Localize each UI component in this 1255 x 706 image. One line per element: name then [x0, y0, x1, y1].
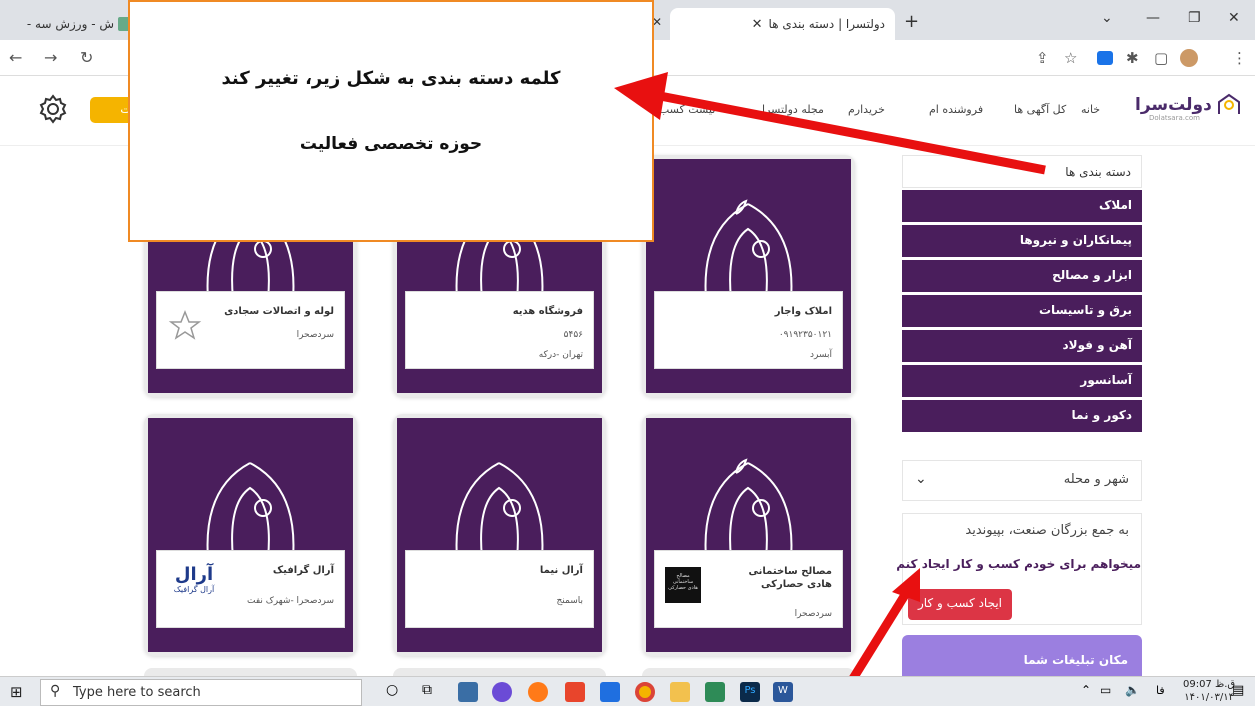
- notification-icon[interactable]: ▤: [1232, 683, 1244, 698]
- taskbar-clock[interactable]: 09:07 ق.ظ ۱۴۰۱/۰۳/۱۴: [1183, 678, 1235, 704]
- task-view-icon[interactable]: ⧉: [422, 682, 432, 698]
- file-explorer-icon[interactable]: [670, 682, 690, 702]
- volume-icon[interactable]: 🔈: [1125, 683, 1140, 697]
- app-leaf-icon[interactable]: [705, 682, 725, 702]
- network-icon[interactable]: ▭: [1100, 683, 1111, 697]
- app-s-blue-icon[interactable]: [600, 682, 620, 702]
- app-s-red-icon[interactable]: [565, 682, 585, 702]
- taskbar-search-input[interactable]: ⚲ Type here to search: [40, 679, 362, 706]
- annotation-arrows: [614, 72, 1046, 706]
- photoshop-icon[interactable]: Ps: [740, 682, 760, 702]
- search-placeholder: Type here to search: [73, 685, 201, 700]
- camera-app-icon[interactable]: [458, 682, 478, 702]
- word-icon[interactable]: W: [773, 682, 793, 702]
- clock-date: ۱۴۰۱/۰۳/۱۴: [1184, 692, 1234, 703]
- windows-start-icon[interactable]: ⊞: [10, 683, 23, 701]
- search-icon: ⚲: [50, 683, 61, 699]
- clock-time: 09:07 ق.ظ: [1183, 679, 1236, 690]
- input-language[interactable]: فا: [1156, 684, 1165, 697]
- cortana-icon[interactable]: ○: [386, 682, 398, 698]
- windows-taskbar: ⊞ ⚲ Type here to search ○ ⧉ Ps W ⌃ ▭ 🔈 ف…: [0, 676, 1255, 706]
- arrow-to-callout: [614, 72, 1046, 175]
- tray-chevron-up-icon[interactable]: ⌃: [1081, 683, 1091, 697]
- media-player-icon[interactable]: [492, 682, 512, 702]
- chrome-icon[interactable]: [635, 682, 655, 702]
- firefox-icon[interactable]: [528, 682, 548, 702]
